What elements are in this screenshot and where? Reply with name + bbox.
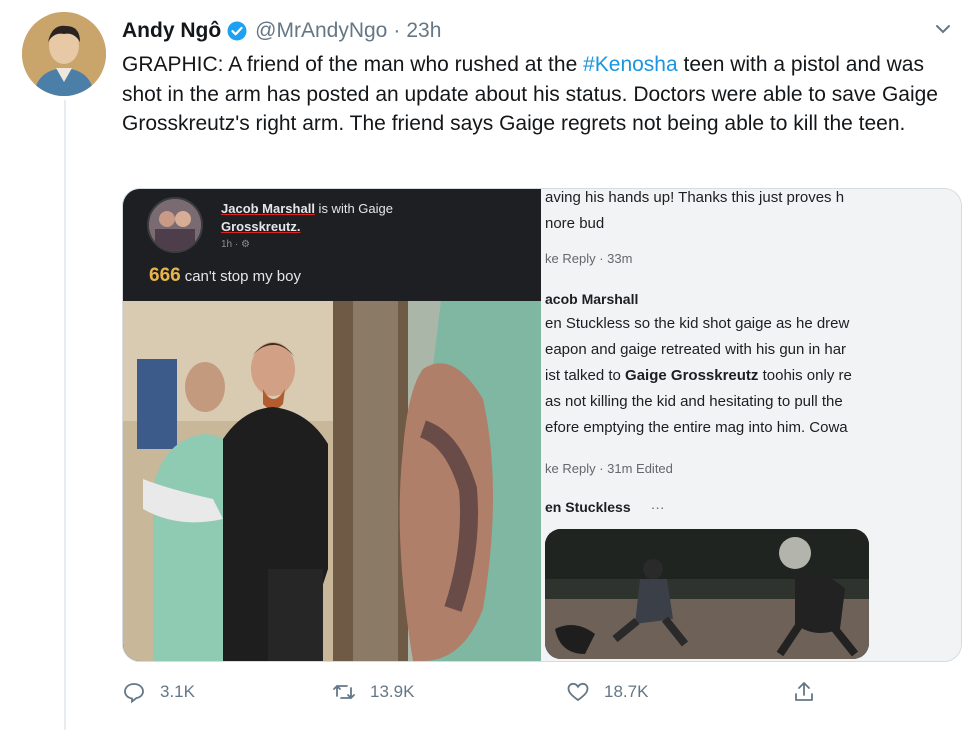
heart-icon [567, 682, 589, 702]
comment-text: eapon and gaige retreated with his gun i… [545, 341, 847, 358]
commenter-name: en Stuckless ··· [545, 499, 665, 515]
commenter-name-text: en Stuckless [545, 499, 631, 515]
reply-button[interactable]: 3.1K [122, 672, 195, 712]
tweet-timestamp[interactable]: 23h [406, 19, 441, 43]
comment-text: efore emptying the entire mag into him. … [545, 419, 848, 436]
facebook-post-screenshot: Jacob Marshall is with Gaige Grosskreutz… [123, 189, 541, 661]
more-icon: ··· [650, 499, 665, 515]
tweet-header: Andy Ngô @MrAndyNgo · 23h [122, 14, 441, 48]
video-thumbnail [545, 529, 869, 659]
facebook-comments-screenshot: aving his hands up! Thanks this just pro… [541, 189, 961, 661]
tweet-media[interactable]: Jacob Marshall is with Gaige Grosskreutz… [122, 188, 962, 662]
tweet-actions: 3.1K 13.9K 18.7K [122, 672, 822, 712]
caption-text: can't stop my boy [184, 268, 301, 285]
retweet-icon [333, 685, 355, 699]
retweet-count: 13.9K [370, 682, 415, 701]
author-handle[interactable]: @MrAndyNgo [255, 19, 387, 43]
fb-post-caption: 666 can't stop my boy [149, 265, 301, 287]
share-button[interactable] [792, 672, 830, 712]
mentioned-name: Gaige Grosskreutz [625, 367, 759, 384]
comment-text: ist talked to Gaige Grosskreutz toohis o… [545, 367, 852, 384]
tagged-name: Grosskreutz. [221, 219, 301, 234]
reply-count: 3.1K [160, 682, 195, 701]
comment-text-part: ist talked to [545, 367, 626, 384]
chevron-down-icon[interactable] [932, 18, 954, 40]
fb-post-title: Jacob Marshall is with Gaige [221, 201, 393, 216]
author-avatar[interactable] [22, 12, 106, 96]
tweet-text-part: GRAPHIC: A friend of the man who rushed … [122, 53, 584, 76]
comment-text: nore bud [545, 215, 605, 232]
comment-text-part: toohis only re [758, 367, 852, 384]
separator-dot: · [393, 19, 401, 42]
commenter-name: acob Marshall [545, 291, 639, 307]
poster-avatar [147, 197, 203, 253]
tweet-text: GRAPHIC: A friend of the man who rushed … [122, 50, 952, 139]
poster-name: Jacob Marshall [221, 201, 315, 216]
reply-icon [124, 683, 144, 704]
comment-text: en Stuckless so the kid shot gaige as he… [545, 315, 850, 332]
with-text: is with Gaige [314, 201, 393, 216]
fb-post-meta: 1h · ⚙ [221, 239, 250, 250]
like-button[interactable]: 18.7K [566, 672, 648, 712]
retweet-button[interactable]: 13.9K [332, 672, 414, 712]
facebook-post-header: Jacob Marshall is with Gaige Grosskreutz… [123, 189, 541, 301]
comment-actions: ke Reply · 33m [545, 251, 633, 266]
hashtag-link[interactable]: #Kenosha [583, 53, 678, 76]
like-count: 18.7K [604, 682, 649, 701]
thread-line [64, 100, 66, 730]
comment-text: as not killing the kid and hesitating to… [545, 393, 843, 410]
verified-badge-icon [227, 21, 247, 41]
flexed-biceps-emoji: 666 [149, 265, 181, 286]
comment-actions: ke Reply · 31m Edited [545, 461, 673, 476]
comment-text: aving his hands up! Thanks this just pro… [545, 189, 845, 206]
share-icon [795, 682, 813, 701]
author-name[interactable]: Andy Ngô [122, 19, 221, 43]
